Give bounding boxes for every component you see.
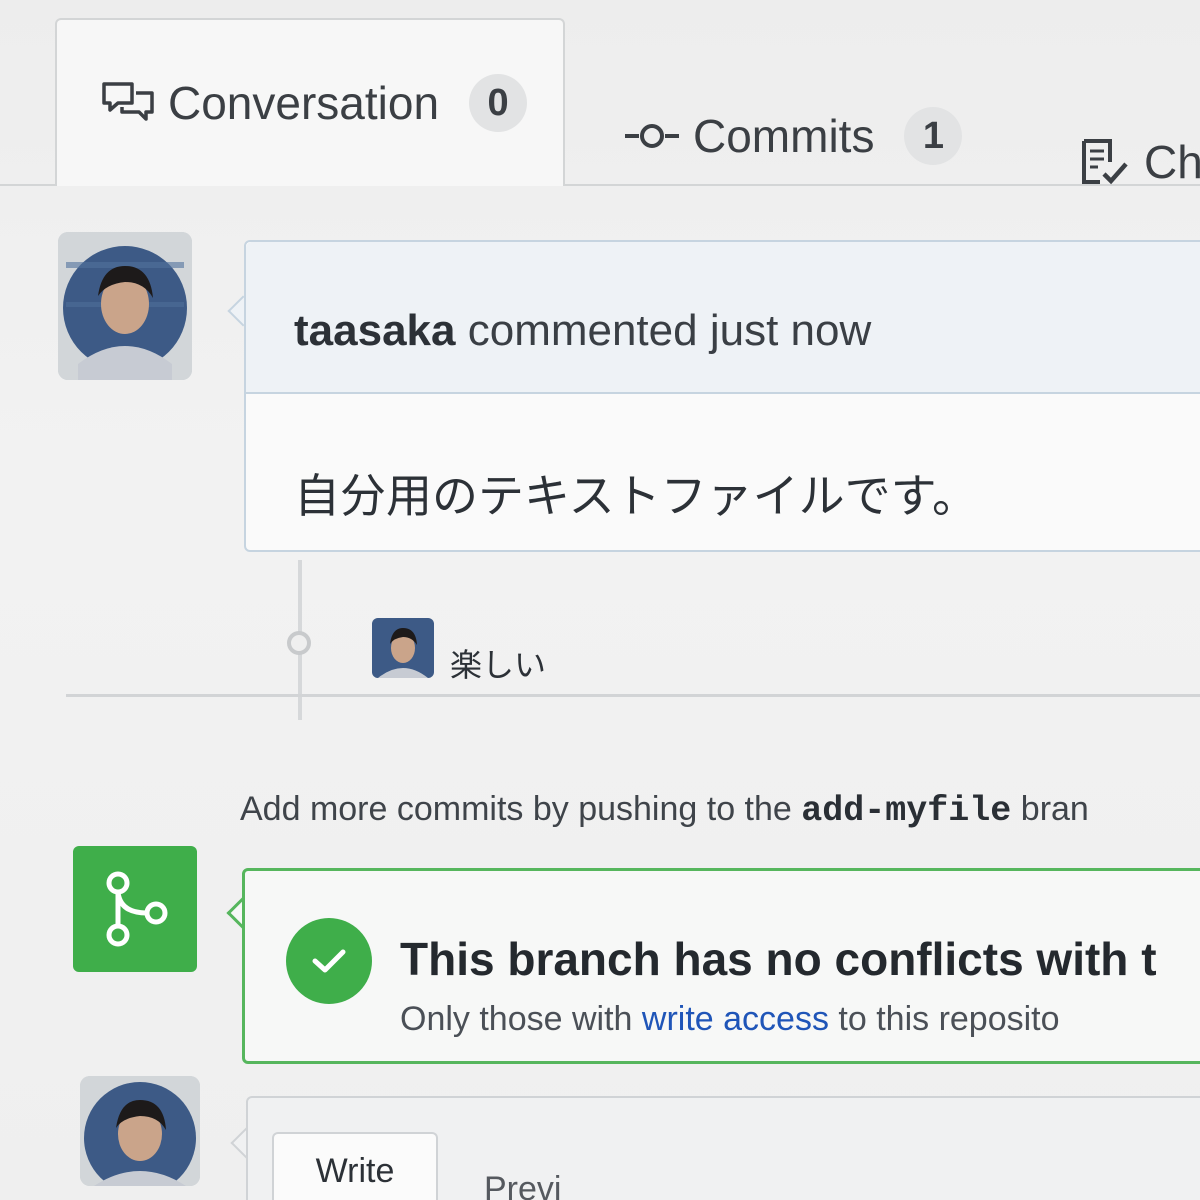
tab-commits-label: Commits <box>693 110 875 162</box>
merge-status-title: This branch has no conflicts with t <box>400 933 1157 985</box>
current-user-avatar[interactable] <box>80 1076 200 1186</box>
comment-header-text: taasaka commented just now <box>294 306 871 356</box>
write-access-link[interactable]: write access <box>642 1000 829 1038</box>
comment-header: taasaka commented just now <box>246 242 1200 394</box>
tab-write[interactable]: Write <box>272 1132 438 1200</box>
avatar[interactable] <box>58 232 192 380</box>
checklist-icon <box>1080 138 1130 186</box>
push-hint-suffix: bran <box>1020 790 1089 828</box>
push-hint: Add more commits by pushing to the add-m… <box>240 790 1089 831</box>
comment-author[interactable]: taasaka <box>294 306 455 355</box>
comment-timestamp[interactable]: just now <box>710 306 871 355</box>
commit-message-link[interactable]: 楽しい <box>450 640 546 686</box>
tab-commits[interactable]: Commits 1 <box>625 96 963 176</box>
conversation-count: 0 <box>469 74 528 132</box>
tab-conversation[interactable]: Conversation 0 <box>55 18 565 186</box>
check-icon <box>286 918 372 1004</box>
commit-author-avatar[interactable] <box>372 618 434 678</box>
tab-nav: Conversation 0 Commits 1 Ch <box>0 0 1200 200</box>
merge-sub-prefix: Only those with <box>400 1000 633 1038</box>
tab-preview[interactable]: Previ <box>484 1170 561 1200</box>
tab-checks-label: Ch <box>1144 136 1200 188</box>
merge-status-subtitle: Only those with write access to this rep… <box>400 1000 1060 1039</box>
timeline-divider <box>66 694 1200 697</box>
git-commit-icon <box>284 628 314 658</box>
tab-checks[interactable]: Ch <box>1080 122 1200 202</box>
comment-body: 自分用のテキストファイルです。 <box>294 470 979 522</box>
comment-action: commented <box>467 306 698 355</box>
tab-conversation-label: Conversation <box>168 77 440 129</box>
timeline-comment: taasaka commented just now 自分用のテキストファイルで… <box>244 240 1200 552</box>
git-merge-icon <box>73 846 197 972</box>
pull-request-page: Conversation 0 Commits 1 Ch taasaka comm… <box>0 0 1200 1200</box>
merge-sub-suffix: to this reposito <box>838 1000 1060 1038</box>
branch-name: add-myfile <box>801 791 1012 831</box>
git-commit-icon <box>625 121 679 151</box>
comment-discussion-icon <box>102 81 154 125</box>
commits-count: 1 <box>904 107 963 165</box>
push-hint-prefix: Add more commits by pushing to the <box>240 790 792 828</box>
